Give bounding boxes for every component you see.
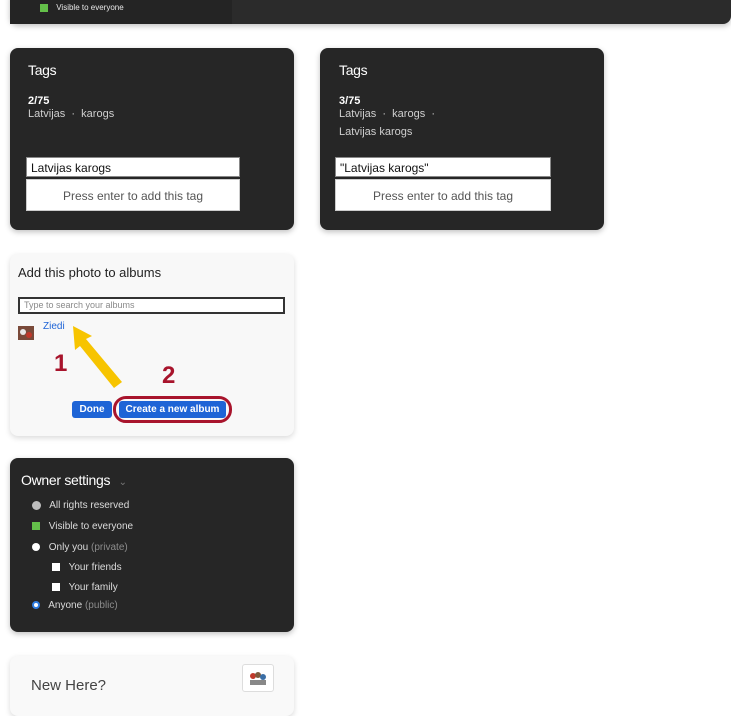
- annotation-number-2: 2: [162, 362, 176, 389]
- checkbox-icon: [52, 583, 60, 592]
- owner-settings-panel: Owner settings ⌄ All rights reserved Vis…: [10, 458, 294, 632]
- radio-anyone[interactable]: Anyone (public): [32, 600, 118, 611]
- create-album-button[interactable]: Create a new album: [119, 401, 226, 418]
- radio-icon: [32, 543, 40, 552]
- tags-panel-right: Tags 3/75 Latvijas · karogs · Latvijas k…: [320, 48, 604, 230]
- album-search-placeholder: Type to search your albums: [24, 300, 135, 310]
- green-square-icon: [32, 522, 40, 531]
- owner-settings-header[interactable]: Owner settings ⌄: [21, 472, 127, 490]
- radio-only-you[interactable]: Only you (private): [32, 542, 128, 553]
- top-settings-panel: Visible to everyone: [10, 0, 731, 24]
- tag-input[interactable]: Latvijas karogs: [26, 157, 240, 177]
- annotation-arrow: [73, 326, 122, 388]
- chevron-down-icon: ⌄: [118, 477, 128, 488]
- tags-panel-left: Tags 2/75 Latvijas · karogs Latvijas kar…: [10, 48, 294, 230]
- checkbox-family[interactable]: Your family: [52, 582, 118, 593]
- license-option[interactable]: All rights reserved: [32, 500, 129, 511]
- visibility-row[interactable]: Visible to everyone: [40, 3, 124, 12]
- radio-selected-icon: [32, 601, 40, 610]
- green-square-icon: [40, 3, 48, 12]
- public-label: (public): [84, 600, 118, 611]
- checkbox-icon: [52, 563, 60, 572]
- tag-list: Latvijas · karogs ·: [339, 108, 435, 120]
- visibility-summary: Visible to everyone: [32, 521, 133, 532]
- tags-title: Tags: [339, 62, 368, 78]
- album-item[interactable]: Ziedi: [18, 321, 78, 345]
- tag-input[interactable]: "Latvijas karogs": [335, 157, 551, 177]
- tag-count: 3/75: [339, 95, 361, 107]
- anyone-label: Anyone: [48, 600, 83, 611]
- visibility-summary-label: Visible to everyone: [48, 521, 134, 532]
- license-label: All rights reserved: [49, 500, 130, 511]
- private-label: (private): [91, 542, 128, 553]
- new-here-badge-icon: [242, 664, 274, 692]
- friends-label: Your friends: [68, 562, 122, 573]
- tag-count: 2/75: [28, 95, 50, 107]
- albums-panel: Add this photo to albums Type to search …: [10, 254, 294, 436]
- albums-title: Add this photo to albums: [18, 265, 162, 280]
- checkbox-friends[interactable]: Your friends: [52, 562, 122, 573]
- visibility-label: Visible to everyone: [56, 3, 124, 12]
- tag-list-line2: Latvijas karogs: [339, 126, 413, 138]
- people-icon: [250, 672, 266, 685]
- only-you-label: Only you: [48, 542, 89, 553]
- album-search-input[interactable]: Type to search your albums: [18, 297, 285, 314]
- add-tag-suggestion[interactable]: Press enter to add this tag: [26, 179, 240, 211]
- license-icon: [32, 500, 41, 510]
- annotation-number-1: 1: [54, 350, 68, 377]
- new-here-title: New Here?: [31, 677, 107, 694]
- owner-settings-title: Owner settings: [21, 472, 111, 488]
- done-button[interactable]: Done: [72, 401, 112, 418]
- family-label: Your family: [68, 582, 118, 593]
- tags-title: Tags: [28, 62, 57, 78]
- album-thumbnail: [18, 326, 34, 340]
- add-tag-suggestion[interactable]: Press enter to add this tag: [335, 179, 551, 211]
- new-here-panel: New Here?: [10, 656, 294, 716]
- tag-list: Latvijas · karogs: [28, 108, 115, 120]
- album-name[interactable]: Ziedi: [43, 321, 65, 332]
